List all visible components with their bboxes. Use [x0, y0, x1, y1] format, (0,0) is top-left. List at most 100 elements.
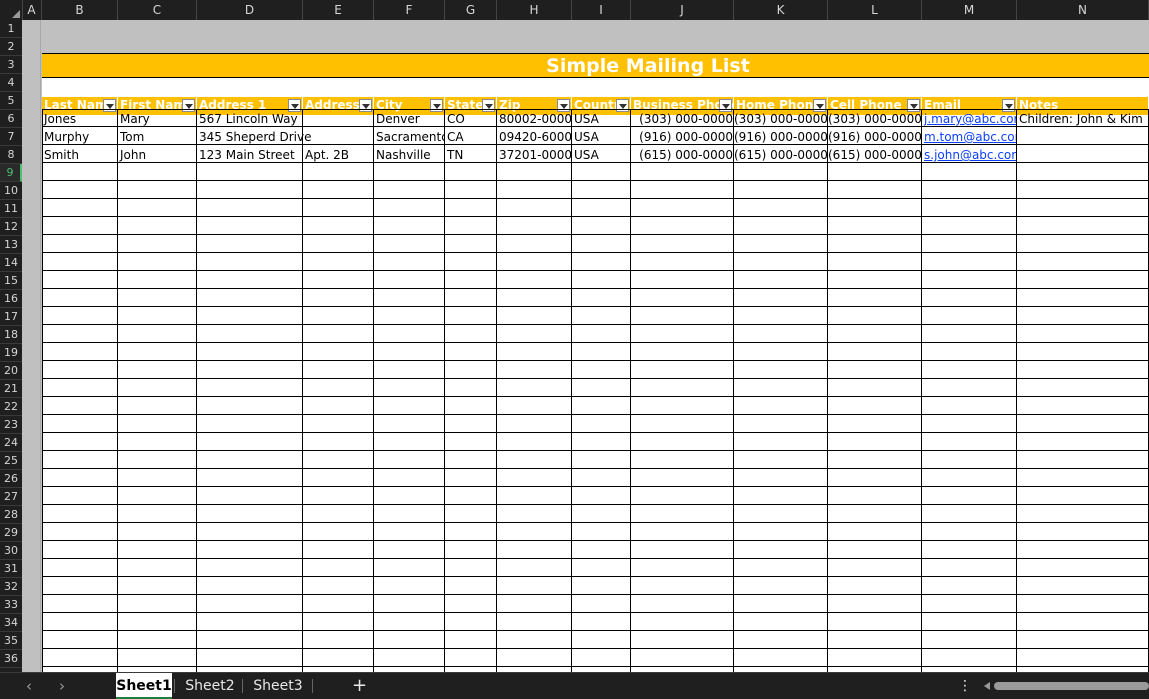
- tab-separator: [174, 679, 175, 693]
- row-header-22[interactable]: 22: [0, 398, 22, 416]
- gridline-h: [42, 396, 1149, 397]
- row-header-19[interactable]: 19: [0, 344, 22, 362]
- row-header-34[interactable]: 34: [0, 614, 22, 632]
- row-header-14[interactable]: 14: [0, 254, 22, 272]
- row-header-24[interactable]: 24: [0, 434, 22, 452]
- column-header-f[interactable]: F: [374, 0, 445, 20]
- row-header-32[interactable]: 32: [0, 578, 22, 596]
- row-header-17[interactable]: 17: [0, 308, 22, 326]
- row-header-26[interactable]: 26: [0, 470, 22, 488]
- gridline-h: [42, 324, 1149, 325]
- row-header-6[interactable]: 6: [0, 110, 22, 128]
- column-header-d[interactable]: D: [197, 0, 303, 20]
- gridline-h: [42, 432, 1149, 433]
- gridline-h: [42, 360, 1149, 361]
- gridline-v: [373, 110, 374, 672]
- column-header-b[interactable]: B: [42, 0, 118, 20]
- email-link[interactable]: s.john@abc.com: [924, 148, 1017, 162]
- row-header-1[interactable]: 1: [0, 20, 22, 38]
- column-header-e[interactable]: E: [303, 0, 374, 20]
- row-header-3[interactable]: 3: [0, 56, 22, 74]
- row-header-bar: 1 2 3 4 5 6 7 8 9 10 11 12 13 14 15 16 17 18 19 20 21 22 23 24 2…: [0, 20, 23, 672]
- row-header-12[interactable]: 12: [0, 218, 22, 236]
- column-header-m[interactable]: M: [922, 0, 1017, 20]
- row-header-30[interactable]: 30: [0, 542, 22, 560]
- gridline-h: [42, 648, 1149, 649]
- gridline-v: [921, 110, 922, 672]
- row-header-4[interactable]: 4: [0, 74, 22, 92]
- column-header-k[interactable]: K: [734, 0, 828, 20]
- row-header-23[interactable]: 23: [0, 416, 22, 434]
- gridline-h: [42, 180, 1149, 181]
- sheet-tab-sheet2[interactable]: Sheet2: [180, 673, 240, 699]
- gridline-h: [42, 162, 1149, 163]
- gridline-h: [42, 594, 1149, 595]
- gridline-v: [196, 110, 197, 672]
- gridline-h: [42, 378, 1149, 379]
- gridline-h: [42, 342, 1149, 343]
- row-header-9[interactable]: 9: [0, 164, 22, 182]
- gridline-h: [42, 540, 1149, 541]
- gridline-h: [42, 288, 1149, 289]
- row-header-25[interactable]: 25: [0, 452, 22, 470]
- email-link[interactable]: m.tom@abc.com: [924, 130, 1017, 144]
- row-header-33[interactable]: 33: [0, 596, 22, 614]
- email-link[interactable]: j.mary@abc.com: [924, 112, 1017, 126]
- row-header-31[interactable]: 31: [0, 560, 22, 578]
- row-header-35[interactable]: 35: [0, 632, 22, 650]
- gridline-h: [42, 666, 1149, 667]
- gridline-v: [733, 110, 734, 672]
- column-header-g[interactable]: G: [445, 0, 497, 20]
- gridline-h: [42, 216, 1149, 217]
- gridline-h: [42, 522, 1149, 523]
- worksheet-grid[interactable]: Simple Mailing List Last Name First Name A…: [22, 20, 1149, 672]
- row-header-36[interactable]: 36: [0, 650, 22, 668]
- prev-sheet-icon[interactable]: ‹: [26, 677, 32, 695]
- row-header-28[interactable]: 28: [0, 506, 22, 524]
- row-header-15[interactable]: 15: [0, 272, 22, 290]
- column-header-j[interactable]: J: [631, 0, 734, 20]
- column-header-h[interactable]: H: [497, 0, 572, 20]
- scroll-left-icon[interactable]: [984, 682, 990, 690]
- select-all-icon: [12, 10, 20, 18]
- column-header-c[interactable]: C: [118, 0, 197, 20]
- select-all-corner[interactable]: [0, 0, 23, 20]
- gridline-h: [42, 126, 1149, 127]
- add-sheet-button[interactable]: +: [352, 673, 367, 699]
- row-header-21[interactable]: 21: [0, 380, 22, 398]
- column-header-l[interactable]: L: [828, 0, 922, 20]
- column-header-i[interactable]: I: [572, 0, 631, 20]
- gridline-h: [42, 450, 1149, 451]
- column-header-n[interactable]: N: [1017, 0, 1149, 20]
- row-header-5[interactable]: 5: [0, 92, 22, 110]
- sheet-tab-bar: ‹ › Sheet1 Sheet2 Sheet3 + ⋮: [0, 672, 1149, 699]
- more-options-icon[interactable]: ⋮: [958, 673, 972, 699]
- next-sheet-icon[interactable]: ›: [59, 677, 65, 695]
- table-area: [42, 78, 1149, 672]
- gridline-h: [42, 558, 1149, 559]
- title-band[interactable]: Simple Mailing List: [42, 53, 1149, 78]
- gridline-h: [42, 109, 1149, 110]
- row-header-2[interactable]: 2: [0, 38, 22, 56]
- gridline-h: [42, 306, 1149, 307]
- row-header-18[interactable]: 18: [0, 326, 22, 344]
- row-header-7[interactable]: 7: [0, 128, 22, 146]
- gridline-h: [42, 234, 1149, 235]
- gridline-h: [42, 504, 1149, 505]
- row-header-11[interactable]: 11: [0, 200, 22, 218]
- sheet-tab-sheet3[interactable]: Sheet3: [246, 673, 310, 699]
- row-header-10[interactable]: 10: [0, 182, 22, 200]
- row-header-27[interactable]: 27: [0, 488, 22, 506]
- scrollbar-thumb[interactable]: [994, 682, 1149, 690]
- tab-separator: [312, 679, 313, 693]
- row-header-13[interactable]: 13: [0, 236, 22, 254]
- row-header-16[interactable]: 16: [0, 290, 22, 308]
- row-header-29[interactable]: 29: [0, 524, 22, 542]
- row-header-8[interactable]: 8: [0, 146, 22, 164]
- column-header-a[interactable]: A: [22, 0, 42, 20]
- horizontal-scrollbar[interactable]: [984, 682, 1149, 690]
- gridline-v: [1016, 110, 1017, 672]
- row-header-20[interactable]: 20: [0, 362, 22, 380]
- sheet-tab-sheet1[interactable]: Sheet1: [116, 673, 172, 699]
- gridline-v: [571, 110, 572, 672]
